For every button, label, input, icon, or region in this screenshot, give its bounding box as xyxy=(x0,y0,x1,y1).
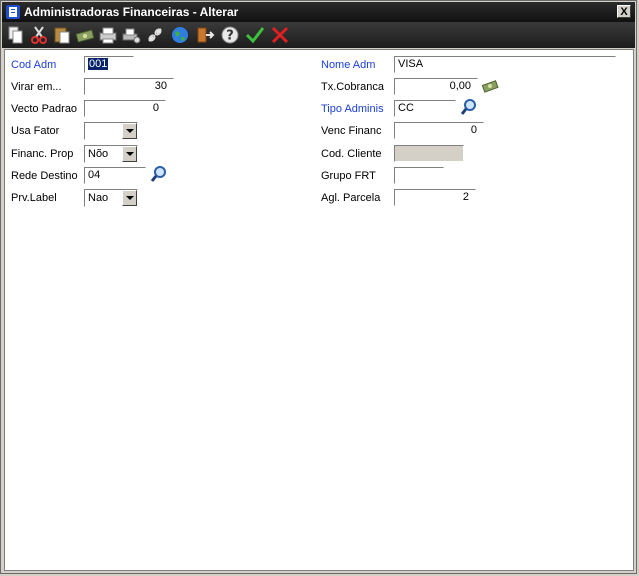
window-title: Administradoras Financeiras - Alterar xyxy=(24,5,239,19)
rede-destino-input[interactable]: 04 xyxy=(84,167,146,184)
money-icon[interactable] xyxy=(75,25,95,45)
nome-adm-label: Nome Adm xyxy=(321,59,376,71)
tx-cobranca-label: Tx.Cobranca xyxy=(321,81,384,93)
help-icon[interactable]: ? xyxy=(220,25,240,45)
money-icon[interactable] xyxy=(481,77,499,95)
chevron-down-icon[interactable] xyxy=(122,146,137,162)
grupo-frt-input[interactable] xyxy=(394,167,444,184)
prv-label-value: Nao xyxy=(88,192,109,204)
vecto-padrao-label: Vecto Padrao xyxy=(11,103,78,115)
financ-prop-label: Financ. Prop xyxy=(11,148,74,160)
printer-setup-icon[interactable] xyxy=(121,25,141,45)
usa-fator-select[interactable] xyxy=(84,122,138,140)
exit-icon[interactable] xyxy=(195,25,215,45)
chevron-down-icon[interactable] xyxy=(122,190,137,206)
venc-financ-input[interactable]: 0 xyxy=(394,122,484,139)
paste-icon[interactable] xyxy=(52,25,72,45)
tx-cobranca-input[interactable]: 0,00 xyxy=(394,78,478,95)
link-icon[interactable] xyxy=(145,25,165,45)
app-icon xyxy=(6,5,20,19)
tipo-adminis-input[interactable]: CC xyxy=(394,100,456,117)
prv-label-label: Prv.Label xyxy=(11,192,57,204)
title-bar[interactable]: Administradoras Financeiras - Alterar X xyxy=(2,2,635,22)
grupo-frt-label: Grupo FRT xyxy=(321,170,376,182)
venc-financ-label: Venc Financ xyxy=(321,125,382,137)
cod-cliente-input xyxy=(394,145,464,162)
cod-adm-value: 001 xyxy=(88,58,109,70)
virar-em-label: Virar em... xyxy=(11,81,62,93)
vecto-padrao-input[interactable]: 0 xyxy=(84,100,166,117)
chevron-down-icon[interactable] xyxy=(122,123,137,139)
financ-prop-select[interactable]: Nõo xyxy=(84,145,138,163)
svg-text:?: ? xyxy=(226,29,234,44)
tipo-adminis-label: Tipo Adminis xyxy=(321,103,384,115)
cancel-icon[interactable] xyxy=(270,25,290,45)
cod-cliente-label: Cod. Cliente xyxy=(321,148,382,160)
agl-parcela-label: Agl. Parcela xyxy=(321,192,381,204)
virar-em-input[interactable]: 30 xyxy=(84,78,174,95)
globe-icon[interactable] xyxy=(170,25,190,45)
nome-adm-input[interactable]: VISA xyxy=(394,56,616,73)
cod-adm-label: Cod Adm xyxy=(11,59,57,71)
prv-label-select[interactable]: Nao xyxy=(84,189,138,207)
rede-destino-label: Rede Destino xyxy=(11,170,78,182)
cut-icon[interactable] xyxy=(29,25,49,45)
search-icon[interactable] xyxy=(460,98,478,116)
close-button[interactable]: X xyxy=(617,5,631,18)
confirm-icon[interactable] xyxy=(245,25,265,45)
toolbar: ? xyxy=(2,22,635,48)
cod-adm-input[interactable]: 001 xyxy=(84,56,134,73)
financ-prop-value: Nõo xyxy=(88,148,109,160)
form-panel: Cod Adm 001 Virar em... 30 Vecto Padrao … xyxy=(4,49,634,571)
agl-parcela-input[interactable]: 2 xyxy=(394,189,476,206)
search-icon[interactable] xyxy=(150,165,168,183)
dialog-window: Administradoras Financeiras - Alterar X … xyxy=(0,0,637,574)
usa-fator-label: Usa Fator xyxy=(11,125,60,137)
copy-icon[interactable] xyxy=(6,25,26,45)
print-icon[interactable] xyxy=(98,25,118,45)
